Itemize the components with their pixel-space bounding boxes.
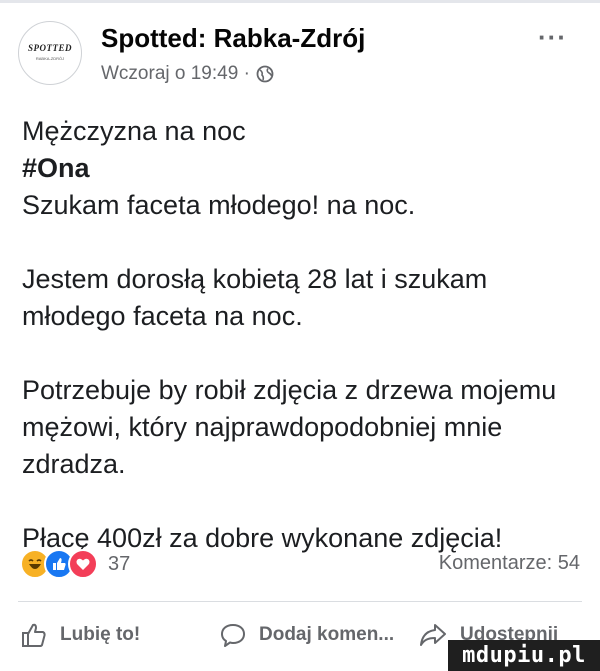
post-hashtag[interactable]: #Ona [22, 150, 582, 187]
reactions-summary[interactable]: 37 [20, 549, 131, 579]
post-paragraph: Jestem dorosłą kobietą 28 lat i szukam m… [22, 264, 488, 331]
site-watermark: mdupiu.pl [448, 640, 600, 671]
post-timestamp[interactable]: Wczoraj o 19:49 · [101, 63, 250, 85]
globe-icon [256, 65, 274, 83]
comment-label: Dodaj komen... [259, 624, 395, 645]
actions-divider [18, 601, 582, 602]
share-arrow-icon [420, 624, 446, 646]
more-options-icon[interactable]: ··· [538, 22, 567, 53]
avatar-logo-text: SPOTTED [28, 43, 72, 53]
comment-bubble-icon [221, 624, 245, 647]
love-icon [68, 549, 98, 579]
post-line-title: Mężczyzna na noc [22, 116, 246, 146]
post-meta: Wczoraj o 19:49 · [101, 63, 274, 85]
avatar-logo-subtext: RABKA-ZDRÓJ [35, 56, 65, 61]
like-label: Lubię to! [60, 624, 141, 645]
post-body: Mężczyzna na noc #Ona Szukam faceta młod… [22, 113, 582, 557]
top-divider [0, 0, 600, 3]
like-button[interactable]: Lubię to! [20, 618, 140, 652]
page-avatar[interactable]: SPOTTED RABKA-ZDRÓJ [18, 21, 82, 85]
comment-button[interactable]: Dodaj komen... [219, 618, 394, 652]
post-paragraph: Potrzebuje by robił zdjęcia z drzewa moj… [22, 375, 557, 479]
page-name-link[interactable]: Spotted: Rabka-Zdrój [101, 23, 365, 54]
comments-count-link[interactable]: Komentarze: 54 [439, 552, 580, 575]
post-line: Szukam faceta młodego! na noc. [22, 190, 416, 220]
reaction-count: 37 [108, 552, 131, 575]
thumbs-up-icon [22, 623, 46, 647]
